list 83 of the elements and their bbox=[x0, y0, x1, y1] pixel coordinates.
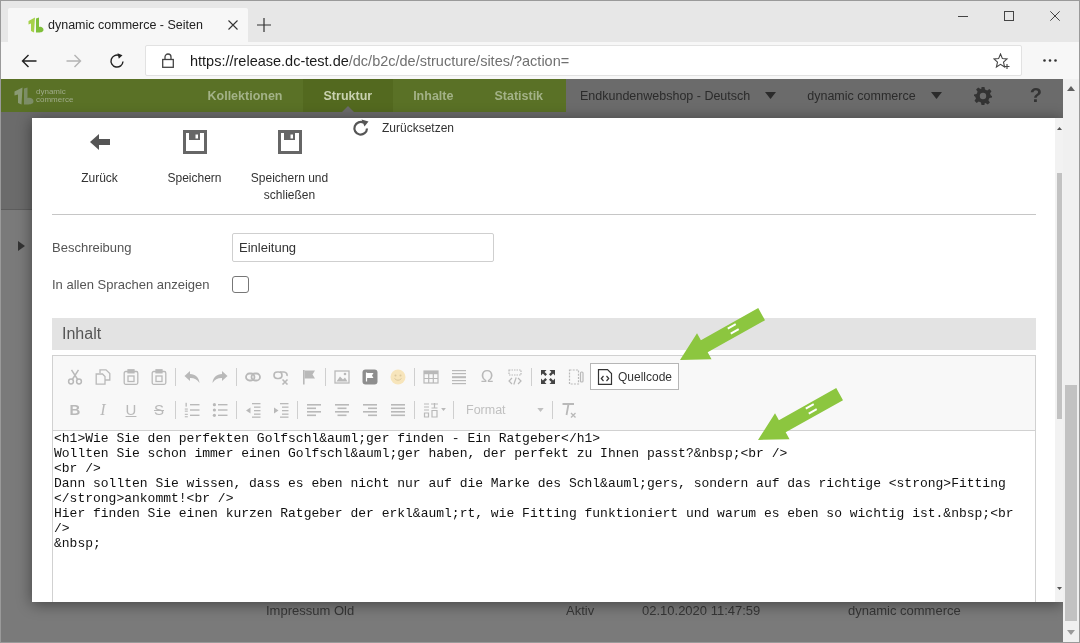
smiley-icon bbox=[390, 368, 406, 385]
browser-tab[interactable]: dynamic commerce - Seiten bbox=[8, 8, 248, 42]
gear-icon bbox=[973, 86, 992, 105]
nav-tab[interactable]: Inhalte bbox=[392, 79, 474, 112]
circular-arrow-icon bbox=[352, 119, 370, 137]
nav-tab[interactable]: Struktur bbox=[303, 79, 393, 112]
table-cell-text: Aktiv bbox=[566, 602, 596, 618]
source-code-button[interactable]: Quellcode bbox=[590, 363, 680, 390]
frame-icon bbox=[362, 368, 378, 385]
bulleted-list-icon bbox=[212, 401, 228, 418]
align-right-icon bbox=[362, 401, 378, 418]
more-icon bbox=[1043, 59, 1057, 62]
language-icon bbox=[422, 401, 439, 418]
justify-icon bbox=[390, 401, 406, 418]
help-button[interactable]: ? bbox=[1027, 79, 1044, 112]
scroll-down-icon bbox=[1067, 630, 1075, 635]
redo-icon bbox=[212, 368, 228, 385]
numbered-list-icon bbox=[184, 401, 200, 418]
clipboard-icon bbox=[151, 368, 167, 385]
user-select[interactable]: dynamic commerce bbox=[807, 79, 942, 112]
checkbox[interactable] bbox=[232, 275, 249, 293]
table-cell-text: 02.10.2020 11:47:59 bbox=[642, 602, 762, 618]
save-button[interactable]: Speichern bbox=[147, 118, 242, 187]
back-button[interactable]: Zurück bbox=[52, 118, 147, 187]
scissors-icon bbox=[67, 368, 83, 385]
shop-select[interactable]: Endkundenwebshop - Deutsch bbox=[580, 79, 777, 112]
undo-icon bbox=[184, 368, 200, 385]
minimize-icon bbox=[958, 15, 968, 17]
copy-icon bbox=[95, 368, 111, 385]
scroll-up-icon bbox=[1056, 127, 1062, 130]
code-document-icon bbox=[597, 368, 613, 385]
star-icon bbox=[993, 52, 1010, 69]
save-and-close-button[interactable]: Speichern und schließen bbox=[242, 118, 337, 204]
logo-icon bbox=[28, 17, 44, 33]
reset-button[interactable]: Zurücksetzen bbox=[352, 119, 455, 137]
field-label: Beschreibung bbox=[52, 240, 133, 255]
square-icon bbox=[1004, 11, 1014, 21]
scroll-down-icon bbox=[1056, 587, 1062, 590]
indent-icon bbox=[273, 401, 289, 418]
scrollbar[interactable] bbox=[1063, 79, 1079, 642]
image-icon bbox=[334, 368, 350, 385]
align-left-icon bbox=[306, 401, 322, 418]
code-block-icon bbox=[507, 368, 523, 385]
table-icon bbox=[423, 368, 439, 385]
blocks-icon bbox=[568, 368, 584, 385]
outdent-icon bbox=[245, 401, 261, 418]
table-cell: dynamic commerce bbox=[848, 602, 961, 618]
table-cell-text: Impressum Old bbox=[266, 602, 356, 618]
horizontal-lines-icon bbox=[451, 368, 467, 385]
align-center-icon bbox=[334, 401, 350, 418]
flag-icon bbox=[301, 368, 317, 385]
field-label: In allen Sprachen anzeigen bbox=[52, 276, 211, 292]
logo-text: dynamic commerce bbox=[36, 87, 74, 104]
address-field[interactable]: https://release.dc-test.de/dc/b2c/de/structure/sites/?action= bbox=[145, 45, 1022, 76]
source-code-field[interactable]: <h1>Wie Sie den perfekten Golfschl&auml;ger finden - Ein Ratgeber</h1> Wollten Sie schon immer einen Golfschl&auml;ger haben, der perfekt zu Ihnen passt?&nbsp;<br /> <br /> Dann sollten Sie wissen, dass es eben nicht nur auf die Marke des Schl&auml;gers, sondern auf das richtige <strong>Fitting </strong>ankommt!<br /> Hier finden Sie einen kurzen Ratgeber der erkl&auml;rt, wie Fitting funktioniert und warum es eben so wichtig ist.&nbsp;<br /> &nbsp; bbox=[53, 431, 1035, 602]
unlink-icon bbox=[273, 368, 289, 385]
expand-toggle[interactable] bbox=[15, 239, 27, 253]
caret-down-icon bbox=[440, 408, 446, 411]
caret-down-icon bbox=[930, 92, 942, 99]
scrollbar-thumb[interactable] bbox=[1065, 385, 1077, 621]
refresh-icon bbox=[109, 52, 125, 69]
caret-right-icon bbox=[17, 241, 25, 251]
clipboard-icon bbox=[123, 368, 139, 385]
scroll-up-icon bbox=[1067, 86, 1075, 91]
lock-icon bbox=[162, 53, 174, 68]
scrollbar-thumb[interactable] bbox=[1056, 173, 1062, 419]
caret-down-icon bbox=[765, 92, 777, 99]
remove-format-icon bbox=[561, 401, 577, 418]
close-icon bbox=[1050, 11, 1060, 21]
section-header: Inhalt bbox=[52, 318, 1036, 350]
arrow-right-icon bbox=[66, 53, 82, 68]
close-icon bbox=[228, 20, 238, 30]
plus-icon bbox=[257, 18, 271, 32]
caret-down-icon bbox=[537, 407, 544, 412]
dialog-scrollbar[interactable] bbox=[1055, 118, 1063, 602]
arrow-left-icon bbox=[89, 134, 110, 150]
settings-button[interactable] bbox=[973, 86, 992, 105]
description-field[interactable]: Einleitung bbox=[232, 233, 494, 262]
logo-icon bbox=[14, 86, 34, 105]
arrow-left-icon bbox=[21, 53, 37, 68]
nav-tab[interactable]: Kollektionen bbox=[187, 79, 303, 112]
nav-tab[interactable]: Statistik bbox=[473, 79, 564, 112]
maximize-icon bbox=[540, 368, 556, 385]
